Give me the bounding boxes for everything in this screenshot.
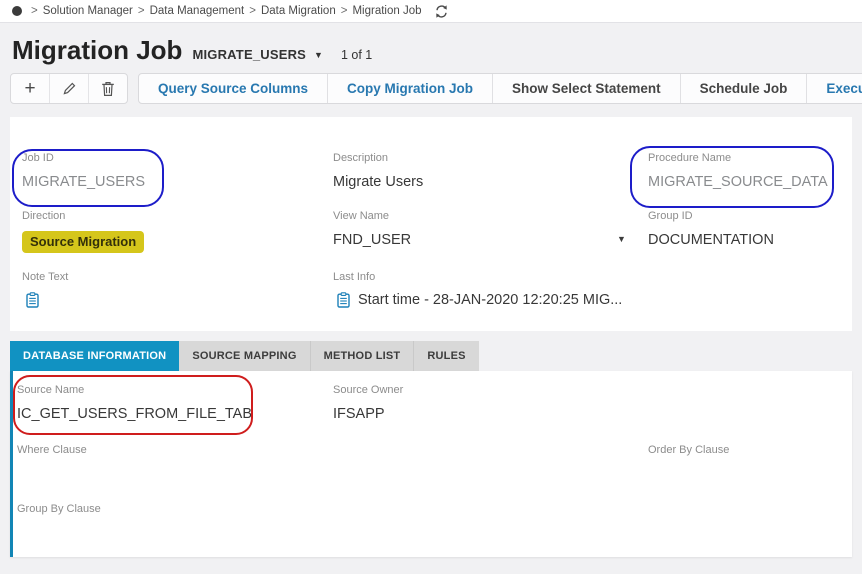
breadcrumb-separator: > <box>31 5 38 17</box>
order-by-clause-field: Order By Clause <box>648 443 852 484</box>
group-by-clause-label: Group By Clause <box>17 503 101 515</box>
delete-button[interactable] <box>89 74 127 103</box>
trash-icon <box>102 81 114 96</box>
show-select-statement-button[interactable]: Show Select Statement <box>493 74 681 103</box>
description-label: Description <box>333 152 389 164</box>
breadcrumb-item-data-migration[interactable]: Data Migration <box>261 5 336 17</box>
edit-button[interactable] <box>50 74 89 103</box>
note-text-field: Note Text <box>22 270 333 314</box>
direction-field: Direction Source Migration <box>22 209 333 253</box>
description-field: Description Migrate Users <box>333 151 648 192</box>
tab-bar: DATABASE INFORMATION SOURCE MAPPING METH… <box>10 341 862 371</box>
last-info-field: Last Info Start time - 28-JAN-2020 12:20… <box>333 270 648 314</box>
view-name-label: View Name <box>333 210 390 222</box>
where-clause-label: Where Clause <box>17 444 87 456</box>
breadcrumb-separator: > <box>340 5 348 17</box>
source-name-field: Source Name IC_GET_USERS_FROM_FILE_TAB <box>17 383 333 424</box>
direction-status-badge: Source Migration <box>22 231 145 253</box>
source-name-value: IC_GET_USERS_FROM_FILE_TAB <box>17 406 253 422</box>
record-count: 1 of 1 <box>340 48 373 62</box>
record-id: MIGRATE_USERS <box>192 47 307 62</box>
page-title: Migration Job <box>12 35 183 65</box>
pencil-icon <box>62 82 75 95</box>
last-info-note-icon[interactable] <box>337 292 350 308</box>
breadcrumb: > Solution Manager > Data Management > D… <box>0 0 862 23</box>
source-owner-field: Source Owner IFSAPP <box>333 383 648 424</box>
breadcrumb-item-data-management[interactable]: Data Management <box>150 5 245 17</box>
last-info-label: Last Info <box>333 271 376 283</box>
tab-database-information[interactable]: DATABASE INFORMATION <box>10 341 180 371</box>
breadcrumb-separator: > <box>249 5 256 17</box>
group-id-label: Group ID <box>648 210 693 222</box>
direction-label: Direction <box>22 210 66 222</box>
description-value: Migrate Users <box>333 174 424 190</box>
toolbar: + Query Source Columns Copy Migration Jo… <box>10 73 862 104</box>
view-name-field: View Name FND_USER ▼ <box>333 209 648 253</box>
breadcrumb-separator: > <box>137 5 145 17</box>
migration-job-form: Job ID MIGRATE_USERS Description Migrate… <box>10 117 852 331</box>
database-information-panel: Source Name IC_GET_USERS_FROM_FILE_TAB S… <box>10 371 852 557</box>
crud-button-group: + <box>10 73 128 104</box>
breadcrumb-item-solution-manager[interactable]: Solution Manager <box>43 5 133 17</box>
tab-source-mapping[interactable]: SOURCE MAPPING <box>179 341 310 371</box>
last-info-value: Start time - 28-JAN-2020 12:20:25 MIG... <box>358 292 623 308</box>
tab-method-list[interactable]: METHOD LIST <box>309 341 414 371</box>
breadcrumb-item-migration-job[interactable]: Migration Job <box>352 5 421 17</box>
where-clause-field: Where Clause <box>17 443 333 484</box>
view-name-dropdown-icon[interactable]: ▼ <box>617 234 626 244</box>
group-by-clause-field: Group By Clause <box>17 502 333 543</box>
group-id-value: DOCUMENTATION <box>648 232 774 248</box>
refresh-icon[interactable] <box>434 4 449 19</box>
execute-job-button[interactable]: Execute Job <box>807 74 862 103</box>
add-button[interactable]: + <box>11 74 50 103</box>
view-name-value: FND_USER <box>333 232 412 248</box>
procedure-name-field: Procedure Name MIGRATE_SOURCE_DATA <box>648 151 852 192</box>
order-by-clause-label: Order By Clause <box>648 444 730 456</box>
tab-rules[interactable]: RULES <box>413 341 479 371</box>
source-owner-label: Source Owner <box>333 384 404 396</box>
record-selector[interactable]: MIGRATE_USERS ▼ <box>192 47 323 62</box>
app-menu-dot-icon[interactable] <box>12 6 22 16</box>
procedure-name-value: MIGRATE_SOURCE_DATA <box>648 174 828 190</box>
schedule-job-button[interactable]: Schedule Job <box>681 74 808 103</box>
group-by-clause-value <box>17 524 333 543</box>
command-button-group: Query Source Columns Copy Migration Job … <box>138 73 862 104</box>
source-owner-value: IFSAPP <box>333 406 385 422</box>
plus-icon: + <box>24 78 36 99</box>
source-name-label: Source Name <box>17 384 85 396</box>
order-by-clause-value <box>648 465 852 484</box>
note-text-note-icon[interactable] <box>26 292 39 308</box>
job-id-value: MIGRATE_USERS <box>22 174 146 190</box>
chevron-down-icon: ▼ <box>314 50 323 60</box>
job-id-label: Job ID <box>22 152 54 164</box>
query-source-columns-button[interactable]: Query Source Columns <box>139 74 329 103</box>
copy-migration-job-button[interactable]: Copy Migration Job <box>328 74 494 103</box>
group-id-field: Group ID DOCUMENTATION <box>648 209 852 253</box>
note-text-label: Note Text <box>22 271 69 283</box>
job-id-field: Job ID MIGRATE_USERS <box>22 151 333 192</box>
procedure-name-label: Procedure Name <box>648 152 732 164</box>
page-header: Migration Job MIGRATE_USERS ▼ 1 of 1 <box>12 35 862 65</box>
where-clause-value <box>17 465 333 484</box>
